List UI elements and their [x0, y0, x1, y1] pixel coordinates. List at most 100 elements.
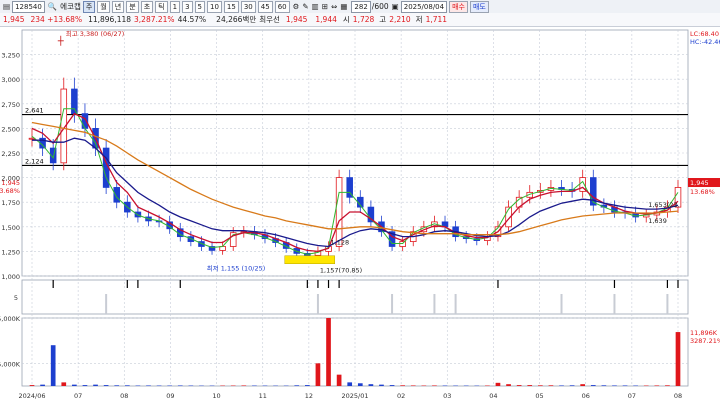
month-tick-label: 11 [259, 392, 267, 400]
period-second-button[interactable]: 초 [140, 0, 154, 13]
trade-amount: 24,266백만 [216, 15, 257, 24]
volume-bar [389, 385, 395, 386]
volume-bar [347, 382, 353, 386]
volume-bar [146, 385, 151, 386]
right-lc-label: LC:68.40 [690, 30, 719, 38]
high-price: 2,210 [389, 15, 411, 24]
price-annotation: 1,639 [648, 217, 667, 225]
tool-icon-5[interactable]: ▦ [340, 1, 347, 12]
volume-ratio: 3,287.21% [134, 15, 175, 24]
volume-bar [326, 318, 331, 386]
tool-icon-2[interactable]: ▥ [312, 1, 319, 12]
volume-bar [124, 385, 130, 386]
minute-45-button[interactable]: 45 [257, 0, 273, 13]
volume-bar [580, 384, 586, 386]
volume-bar [294, 385, 300, 386]
menu-icon[interactable]: ▤ [3, 1, 10, 12]
volume-tick-label: 5,000K [0, 360, 21, 368]
period-year-button[interactable]: 년 [111, 0, 125, 13]
candle-body [399, 241, 406, 247]
signal-tick-label: 5 [14, 294, 18, 302]
price-annotation: 1,653(23. [648, 201, 679, 209]
price-annotation: 최저 1,155 (10/25) [207, 264, 266, 273]
signal-bar [316, 294, 319, 314]
volume-value: 11,896,118 [88, 15, 132, 24]
minute-15-button[interactable]: 15 [223, 0, 239, 13]
settings-icon[interactable]: ⚙ [293, 1, 300, 12]
open-label: 시 [342, 15, 350, 24]
tool-icon[interactable]: ✎ [302, 1, 308, 12]
label-layer: 1,0001,2501,5001,7502,0002,2502,5002,750… [0, 29, 720, 400]
candle-body [335, 177, 343, 247]
volume-bar [612, 385, 617, 386]
left-last-pct: 13.68% [0, 187, 20, 195]
volume-bar [50, 345, 56, 386]
price-tick-label: 1,250 [1, 248, 20, 256]
calendar-icon[interactable]: ▣ [392, 1, 399, 12]
minute-1-button[interactable]: 1 [169, 0, 181, 13]
volume-bar [569, 385, 575, 386]
volume-bar [40, 384, 45, 386]
minute-5-button[interactable]: 5 [194, 0, 205, 13]
minute-3-button[interactable]: 3 [182, 0, 193, 13]
volume-bar [93, 384, 98, 386]
volume-bar [654, 385, 660, 386]
period-month-button[interactable]: 월 [97, 0, 110, 13]
signal-bar [560, 294, 563, 314]
price-tick-label: 2,250 [1, 150, 20, 158]
period-week-button[interactable]: 주 [82, 0, 96, 13]
tool-icon-3[interactable]: ⊞ [322, 1, 328, 12]
month-tick-label: 2024/06 [18, 392, 45, 400]
volume-bar [304, 385, 310, 386]
month-tick-label: 12 [305, 392, 313, 400]
month-tick-label: 03 [443, 392, 451, 400]
price-change: 234 +13.68% [30, 15, 83, 24]
period-minute-button[interactable]: 분 [126, 0, 139, 13]
price-tick-label: 2,500 [1, 125, 20, 133]
left-last-price: 1,945 [1, 179, 20, 187]
month-tick-label: 02 [397, 392, 405, 400]
volume-bar [315, 363, 321, 386]
month-tick-label: 07 [74, 392, 82, 400]
price-tick-label: 3,000 [1, 76, 20, 84]
quote-bar: 1,945 234 +13.68% 11,896,118 3,287.21% 4… [0, 13, 720, 27]
date-input[interactable]: 2025/08/04 [400, 0, 448, 13]
volume-bar [400, 385, 406, 386]
right-hc-label: HC:-42.46 [690, 38, 720, 46]
page-total: /600 [371, 2, 389, 11]
volume-bar [559, 385, 564, 386]
volume-bar [675, 332, 681, 386]
volume-bar [506, 384, 511, 386]
minute-30-button[interactable]: 30 [240, 0, 256, 13]
price-annotation: 1,128 [331, 238, 350, 246]
stock-code-input[interactable]: 128540 [12, 0, 45, 13]
volume-bar [114, 385, 120, 386]
stock-name: 에코캡 [60, 2, 81, 11]
page-input[interactable]: 282 [351, 0, 371, 13]
signal-bar [454, 294, 457, 314]
high-label: 고 [379, 15, 387, 24]
month-tick-label: 08 [120, 392, 128, 400]
price-tick-label: 2,750 [1, 101, 20, 109]
volume-ratio-label: 3287.21% [690, 337, 720, 345]
volume-bar [537, 385, 543, 386]
month-tick-label: 06 [582, 392, 590, 400]
search-icon[interactable]: 🔍 [48, 1, 57, 12]
minute-10-button[interactable]: 10 [207, 0, 222, 13]
period-tick-button[interactable]: 틱 [155, 0, 168, 13]
minute-60-button[interactable]: 60 [274, 0, 290, 13]
volume-bar [241, 385, 247, 386]
volume-bar [61, 382, 67, 386]
signal-layer [52, 280, 679, 314]
signal-panel-frame [21, 279, 689, 315]
price-chart[interactable]: 1,0001,2501,5001,7502,0002,2502,5002,750… [0, 26, 720, 404]
tool-icon-4[interactable]: ⇔ [331, 1, 337, 12]
best-bid-label: 최우선 [259, 15, 280, 24]
volume-bar [590, 385, 596, 386]
month-tick-label: 09 [166, 392, 174, 400]
month-tick-label: 07 [628, 392, 636, 400]
volume-bar [82, 385, 88, 386]
volume-bar [548, 385, 554, 386]
sell-button[interactable]: 매도 [469, 0, 489, 13]
buy-button[interactable]: 매수 [449, 0, 468, 13]
